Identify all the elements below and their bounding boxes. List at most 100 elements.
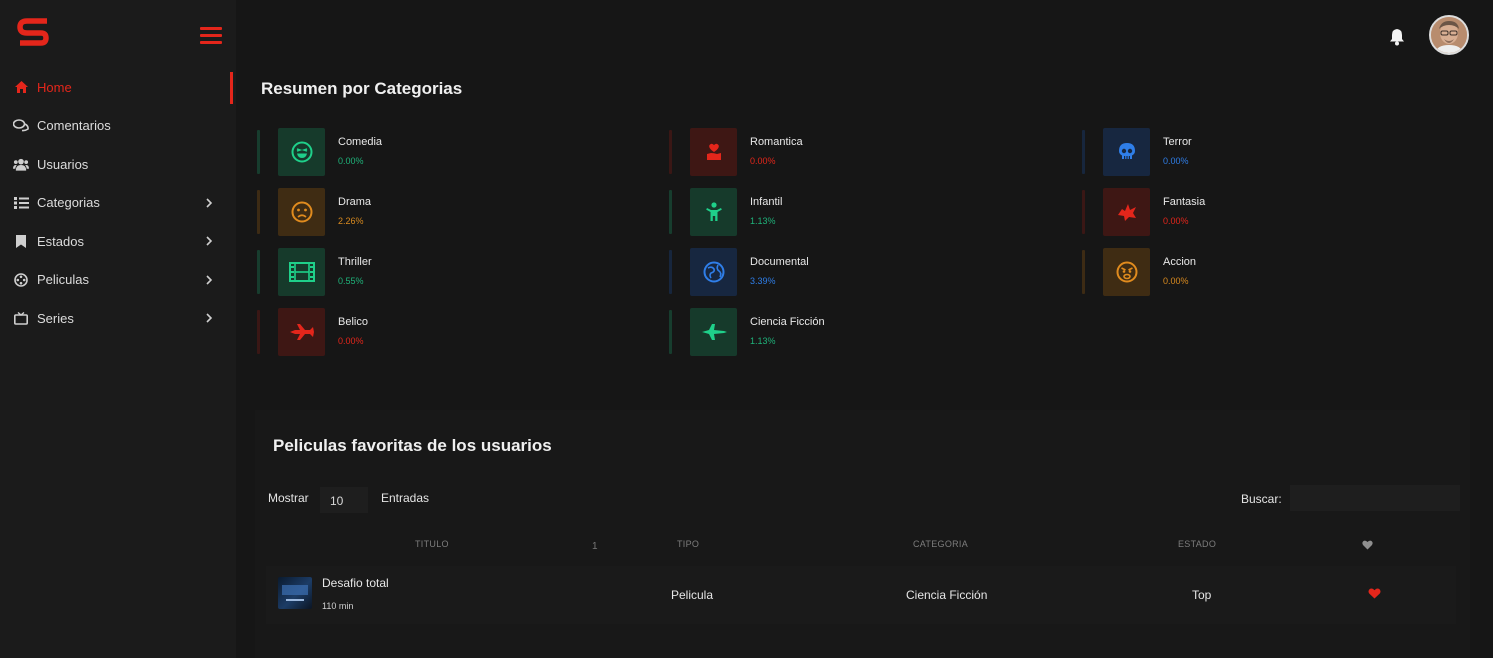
chevron-right-icon — [206, 198, 213, 208]
category-icon-box — [690, 308, 737, 356]
sidebar-nav: Home Comentarios Usuarios Categorias Est… — [0, 68, 236, 338]
favorites-title: Peliculas favoritas de los usuarios — [273, 436, 552, 455]
category-name: Infantil — [750, 196, 783, 208]
favorite-heart-icon[interactable] — [1368, 588, 1381, 599]
category-name: Ciencia Ficción — [750, 316, 825, 328]
category-percentage: 3.39% — [750, 276, 776, 286]
category-accent-bar — [257, 310, 260, 354]
sidebar-item-comentarios[interactable]: Comentarios — [0, 107, 236, 146]
home-icon — [13, 79, 29, 95]
sidebar-item-peliculas[interactable]: Peliculas — [0, 261, 236, 300]
laugh-face-icon — [291, 141, 312, 163]
category-accent-bar — [1082, 130, 1085, 174]
favorite-column-heart-icon[interactable] — [1362, 540, 1373, 550]
search-label: Buscar: — [1241, 492, 1282, 506]
category-name: Comedia — [338, 136, 383, 148]
category-name: Belico — [338, 316, 368, 328]
search-input[interactable] — [1290, 485, 1460, 511]
category-card-accion[interactable]: Accion 0.00% — [1082, 248, 1382, 296]
category-icon-box — [1103, 128, 1150, 176]
category-accent-bar — [257, 250, 260, 294]
category-percentage: 0.00% — [338, 156, 364, 166]
column-header-categoria[interactable]: Categoria — [913, 539, 968, 549]
category-percentage: 0.00% — [1163, 276, 1189, 286]
sidebar-item-label: Usuarios — [37, 156, 89, 172]
fighter-jet-icon — [289, 324, 314, 340]
entries-per-page-select[interactable]: 10 — [320, 487, 368, 513]
category-card-fantasia[interactable]: Fantasia 0.00% — [1082, 188, 1382, 236]
category-percentage: 0.55% — [338, 276, 364, 286]
category-card-comedia[interactable]: Comedia 0.00% — [257, 128, 557, 176]
column-header-titulo[interactable]: Titulo — [415, 539, 449, 549]
heart-hand-icon — [706, 143, 721, 160]
movie-duration: 110 min — [322, 601, 354, 611]
active-nav-indicator — [230, 72, 233, 104]
notification-bell-icon[interactable] — [1389, 28, 1405, 46]
sidebar-item-estados[interactable]: Estados — [0, 222, 236, 261]
category-icon-box — [278, 248, 325, 296]
category-card-drama[interactable]: Drama 2.26% — [257, 188, 557, 236]
app-root: Home Comentarios Usuarios Categorias Est… — [0, 0, 1493, 658]
movie-status: Top — [1192, 588, 1212, 602]
column-header-tipo[interactable]: Tipo — [677, 539, 699, 549]
comments-icon — [13, 118, 29, 134]
column-header-estado[interactable]: Estado — [1178, 539, 1216, 549]
category-name: Thriller — [338, 256, 372, 268]
category-card-infantil[interactable]: Infantil 1.13% — [669, 188, 969, 236]
category-percentage: 0.00% — [1163, 156, 1189, 166]
users-icon — [13, 156, 29, 172]
movie-title[interactable]: Desafio total — [322, 576, 389, 590]
menu-toggle-button[interactable] — [200, 27, 222, 45]
table-row[interactable] — [266, 566, 1456, 624]
hamburger-line — [200, 41, 222, 44]
sidebar-item-home[interactable]: Home — [0, 68, 236, 107]
sidebar-item-label: Estados — [37, 233, 84, 249]
category-icon-box — [278, 128, 325, 176]
sort-indicator[interactable]: 1 — [592, 541, 598, 552]
category-card-romantica[interactable]: Romantica 0.00% — [669, 128, 969, 176]
sidebar-item-usuarios[interactable]: Usuarios — [0, 145, 236, 184]
category-accent-bar — [257, 190, 260, 234]
category-name: Terror — [1163, 136, 1192, 148]
category-icon-box — [278, 188, 325, 236]
movie-poster-thumbnail[interactable] — [278, 577, 312, 609]
show-label: Mostrar — [268, 491, 309, 505]
hamburger-line — [200, 34, 222, 37]
category-card-terror[interactable]: Terror 0.00% — [1082, 128, 1382, 176]
sidebar-item-label: Categorias — [37, 195, 100, 211]
entries-label: Entradas — [381, 491, 430, 505]
sad-face-icon — [291, 201, 312, 223]
avatar-image — [1431, 17, 1467, 53]
poster-image — [282, 585, 308, 601]
angry-face-icon — [1116, 261, 1137, 283]
tv-icon — [13, 310, 29, 326]
category-percentage: 0.00% — [1163, 216, 1189, 226]
sidebar-item-label: Peliculas — [37, 272, 90, 288]
sidebar-item-categorias[interactable]: Categorias — [0, 184, 236, 223]
category-card-thriller[interactable]: Thriller 0.55% — [257, 248, 557, 296]
globe-icon — [703, 261, 724, 283]
category-name: Drama — [338, 196, 372, 208]
bookmark-icon — [13, 233, 29, 249]
brand-logo[interactable] — [16, 14, 52, 50]
category-card-ciencia-ficcion[interactable]: Ciencia Ficción 1.13% — [669, 308, 969, 356]
category-icon-box — [690, 128, 737, 176]
child-icon — [705, 202, 722, 221]
skull-icon — [1118, 143, 1135, 159]
chevron-right-icon — [206, 275, 213, 285]
movie-type: Pelicula — [671, 588, 714, 602]
hamburger-line — [200, 27, 222, 30]
user-avatar[interactable] — [1429, 15, 1469, 55]
list-icon — [13, 195, 29, 211]
category-card-belico[interactable]: Belico 0.00% — [257, 308, 557, 356]
category-name: Documental — [750, 256, 809, 268]
category-percentage: 2.26% — [338, 216, 364, 226]
sidebar-item-label: Home — [37, 79, 72, 95]
category-card-documental[interactable]: Documental 3.39% — [669, 248, 969, 296]
category-name: Fantasia — [1163, 196, 1206, 208]
category-percentage: 1.13% — [750, 216, 776, 226]
sidebar-item-series[interactable]: Series — [0, 299, 236, 338]
category-percentage: 1.13% — [750, 336, 776, 346]
category-icon-box — [690, 188, 737, 236]
sidebar: Home Comentarios Usuarios Categorias Est… — [0, 0, 236, 658]
